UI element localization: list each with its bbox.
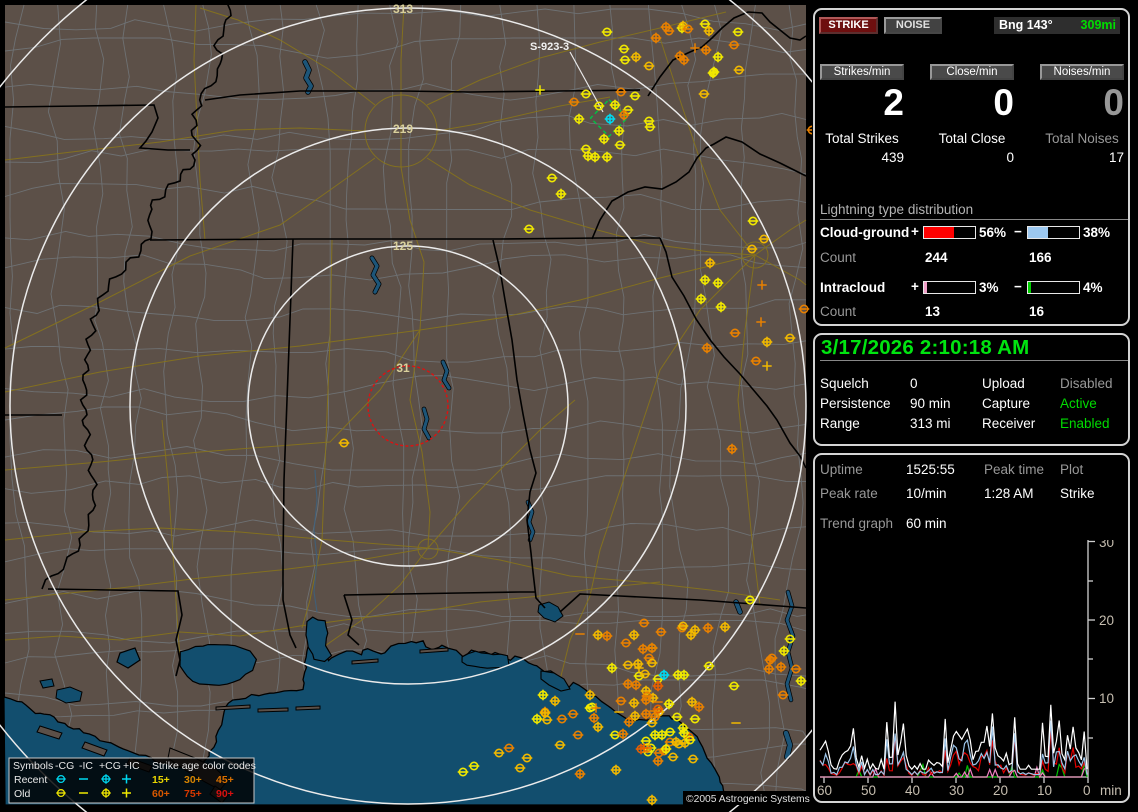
svg-text:10: 10 <box>1099 691 1114 706</box>
svg-text:40: 40 <box>905 783 920 798</box>
svg-text:Symbols: Symbols <box>13 760 53 772</box>
svg-text:Recent: Recent <box>14 774 47 786</box>
svg-text:313: 313 <box>393 2 413 16</box>
svg-text:31: 31 <box>396 361 410 375</box>
svg-text:Old: Old <box>14 788 31 800</box>
svg-text:-CG: -CG <box>55 760 74 772</box>
svg-text:30: 30 <box>949 783 964 798</box>
svg-text:15+: 15+ <box>152 774 170 786</box>
svg-text:min: min <box>1100 783 1122 798</box>
svg-text:90+: 90+ <box>216 788 234 800</box>
svg-text:-IC: -IC <box>79 760 93 772</box>
svg-text:20: 20 <box>993 783 1008 798</box>
svg-text:0: 0 <box>1083 783 1091 798</box>
svg-text:75+: 75+ <box>184 788 202 800</box>
svg-text:+CG: +CG <box>99 760 121 772</box>
svg-text:50: 50 <box>861 783 876 798</box>
svg-text:10: 10 <box>1037 783 1052 798</box>
svg-text:S-923-3: S-923-3 <box>530 41 569 53</box>
svg-text:+IC: +IC <box>123 760 140 772</box>
svg-text:125: 125 <box>393 239 413 253</box>
svg-text:30+: 30+ <box>184 774 202 786</box>
svg-text:60: 60 <box>817 783 832 798</box>
svg-text:219: 219 <box>393 122 413 136</box>
svg-text:45+: 45+ <box>216 774 234 786</box>
svg-text:60+: 60+ <box>152 788 170 800</box>
svg-text:30: 30 <box>1099 540 1114 550</box>
svg-text:©2005 Astrogenic Systems: ©2005 Astrogenic Systems <box>686 794 810 805</box>
svg-text:Strike age color codes: Strike age color codes <box>152 760 256 772</box>
svg-text:20: 20 <box>1099 613 1114 628</box>
